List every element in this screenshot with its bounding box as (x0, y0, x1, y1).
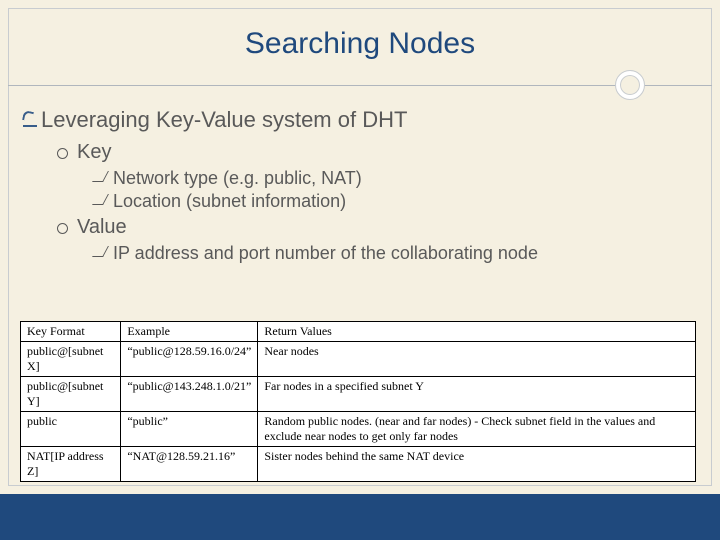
bullet-l3-text: IP address and port number of the collab… (113, 243, 538, 263)
content-area: Leveraging Key-Value system of DHT Key N… (23, 107, 697, 266)
bullet-l3: Location (subnet information) (95, 191, 697, 212)
footer-bar (0, 494, 720, 540)
table-cell: NAT[IP address Z] (21, 447, 121, 482)
bullet-l3-text: Location (subnet information) (113, 191, 346, 211)
table-header: Return Values (258, 322, 696, 342)
bullet-l3: IP address and port number of the collab… (95, 243, 697, 264)
table-row: public@[subnet Y] “public@143.248.1.0/21… (21, 377, 696, 412)
table-header: Example (121, 322, 258, 342)
table-cell: public@[subnet X] (21, 342, 121, 377)
table-cell: public@[subnet Y] (21, 377, 121, 412)
bullet-l1: Leveraging Key-Value system of DHT (23, 107, 697, 133)
table-cell: Far nodes in a specified subnet Y (258, 377, 696, 412)
table-cell: “NAT@128.59.21.16” (121, 447, 258, 482)
divider-circle-icon (616, 71, 644, 99)
table-header: Key Format (21, 322, 121, 342)
divider-line (8, 85, 712, 86)
table-cell: Near nodes (258, 342, 696, 377)
bullet-l2-value: Value (57, 216, 697, 239)
table-cell: “public” (121, 412, 258, 447)
lookup-table: Key Format Example Return Values public@… (20, 321, 696, 482)
table-row: public@[subnet X] “public@128.59.16.0/24… (21, 342, 696, 377)
table-cell: “public@143.248.1.0/21” (121, 377, 258, 412)
table-cell: Random public nodes. (near and far nodes… (258, 412, 696, 447)
divider (8, 85, 712, 86)
table-row: NAT[IP address Z] “NAT@128.59.21.16” Sis… (21, 447, 696, 482)
table-cell: “public@128.59.16.0/24” (121, 342, 258, 377)
table-header-row: Key Format Example Return Values (21, 322, 696, 342)
bullet-l2-key: Key (57, 141, 697, 164)
slide-title: Searching Nodes (9, 9, 711, 61)
bullet-l1-text: Leveraging Key-Value system of DHT (41, 107, 407, 132)
slide: Searching Nodes Leveraging Key-Value sys… (0, 0, 720, 540)
bullet-l3-text: Network type (e.g. public, NAT) (113, 168, 362, 188)
bullet-l2-text: Key (77, 141, 111, 163)
table-cell: Sister nodes behind the same NAT device (258, 447, 696, 482)
table-cell: public (21, 412, 121, 447)
bullet-l2-text: Value (77, 216, 127, 238)
table-row: public “public” Random public nodes. (ne… (21, 412, 696, 447)
bullet-l3: Network type (e.g. public, NAT) (95, 168, 697, 189)
